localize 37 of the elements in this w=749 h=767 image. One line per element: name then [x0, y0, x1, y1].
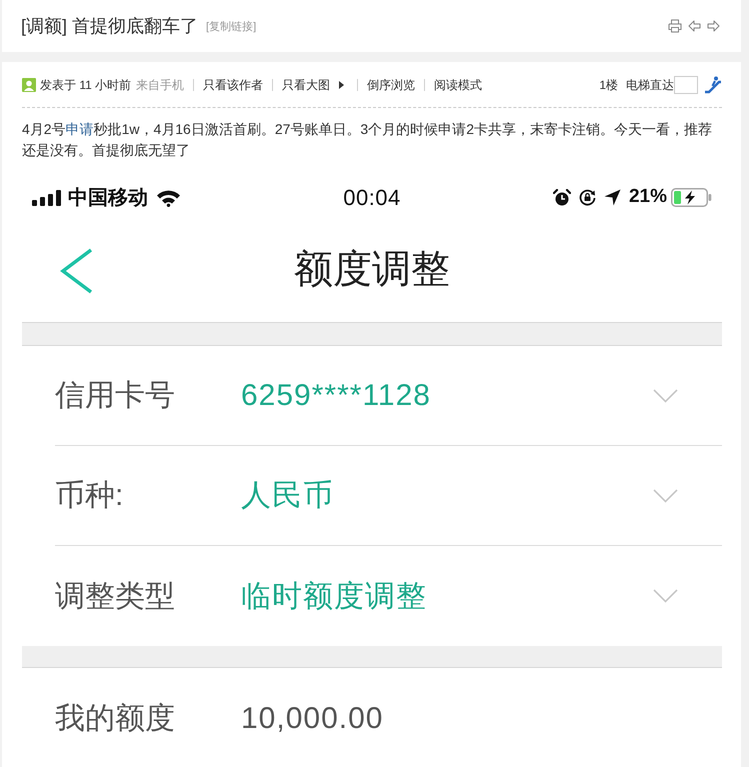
post-action-link[interactable]: 只看大图: [282, 76, 330, 94]
post-action-link[interactable]: 只看该作者: [203, 76, 264, 94]
field-label: 调整类型: [55, 578, 176, 614]
screen-title: 额度调整: [293, 247, 451, 294]
rotation-lock-icon: [578, 189, 596, 206]
chevron-down-icon[interactable]: [653, 589, 678, 603]
arrow-right-icon[interactable]: [707, 20, 720, 32]
thread-title: [调额] 首提彻底翻车了: [21, 14, 198, 38]
clock-time: 00:04: [343, 184, 401, 212]
caret-right-icon[interactable]: [339, 81, 344, 89]
field-label: 信用卡号: [55, 378, 176, 414]
arrow-left-icon[interactable]: [688, 20, 701, 32]
escalator-icon[interactable]: [704, 76, 722, 94]
field-value: 10,000.00: [241, 700, 384, 736]
floor-input[interactable]: [674, 76, 698, 94]
avatar-icon[interactable]: [22, 78, 36, 92]
post-text: 4月2号申请秒批1w，4月16日激活首刷。27号账单日。3个月的时候申请2卡共享，末寄卡注销。今天一看，推荐还是没有。首提彻底无望了: [22, 120, 713, 160]
wifi-icon: [156, 188, 181, 206]
battery-percent: 21%: [628, 185, 667, 210]
post-source: 来自手机: [136, 77, 184, 94]
chevron-down-icon[interactable]: [653, 488, 678, 502]
alarm-icon: [552, 188, 571, 206]
signal-icon: [32, 190, 62, 206]
field-label: 币种:: [55, 478, 124, 514]
location-arrow-icon: [604, 189, 621, 206]
post-action-link[interactable]: 倒序浏览: [367, 76, 416, 94]
chevron-down-icon[interactable]: [653, 388, 678, 402]
floor-number: 1楼: [599, 77, 618, 94]
back-icon[interactable]: [60, 248, 94, 294]
battery-charging-icon: [671, 188, 712, 207]
post-time: 发表于 11 小时前: [40, 77, 132, 94]
post-action-link[interactable]: 阅读模式: [434, 76, 482, 94]
print-icon[interactable]: [668, 19, 682, 33]
field-label: 我的额度: [55, 700, 176, 736]
floor-jump-label: 电梯直达: [626, 77, 674, 94]
inline-link[interactable]: 申请: [66, 121, 94, 137]
carrier-name: 中国移动: [68, 186, 148, 210]
